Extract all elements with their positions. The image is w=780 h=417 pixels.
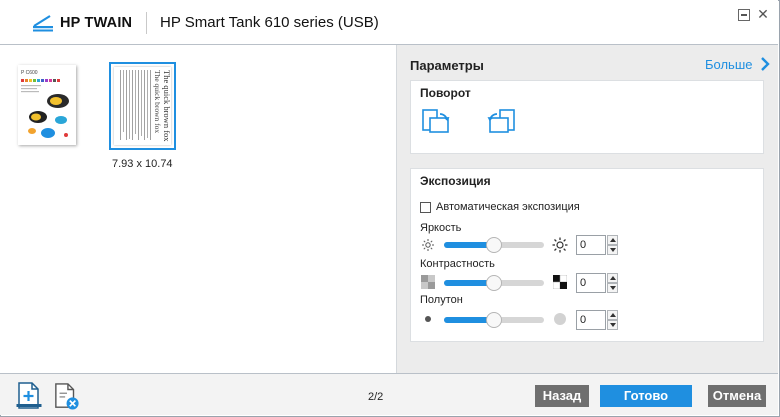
exposure-title: Экспозиция — [420, 174, 491, 188]
done-button[interactable]: Готово — [600, 385, 692, 407]
title-separator — [146, 12, 147, 34]
chevron-right-icon[interactable] — [758, 56, 772, 72]
halftone-label: Полутон — [420, 294, 463, 306]
rotate-left-button[interactable] — [420, 106, 452, 138]
page-thumbnail-2-selected[interactable]: The quick brown fox The quick brown fox — [109, 62, 176, 150]
halftone-stepper[interactable]: 0 — [576, 310, 618, 330]
halftone-thumb[interactable] — [486, 312, 502, 328]
page-thumbnail-2: The quick brown fox The quick brown fox — [114, 67, 171, 145]
brightness-low-icon — [422, 239, 434, 251]
auto-exposure-label: Автоматическая экспозиция — [436, 201, 580, 213]
contrast-increment-button[interactable] — [607, 273, 618, 283]
hp-twain-logo: HP TWAIN — [32, 12, 132, 34]
rotate-right-button[interactable] — [486, 106, 518, 138]
auto-exposure-checkbox[interactable] — [420, 202, 431, 213]
cancel-button[interactable]: Отмена — [708, 385, 766, 407]
device-title: HP Smart Tank 610 series (USB) — [160, 14, 379, 31]
page-indicator: 2/2 — [368, 391, 384, 403]
brightness-value-field[interactable]: 0 — [576, 235, 606, 255]
more-link[interactable]: Больше — [705, 57, 753, 72]
halftone-increment-button[interactable] — [607, 310, 618, 320]
halftone-light-icon — [554, 313, 566, 325]
panel-title: Параметры — [410, 58, 484, 73]
close-button[interactable]: ✕ — [757, 7, 769, 21]
page-dimensions: 7.93 x 10.74 — [112, 158, 173, 170]
logo-text: HP TWAIN — [60, 15, 133, 31]
brightness-thumb[interactable] — [486, 237, 502, 253]
scanner-logo-icon — [33, 15, 53, 32]
halftone-decrement-button[interactable] — [607, 320, 618, 330]
thumb2-text-1: The quick brown fox — [162, 70, 171, 142]
contrast-label: Контрастность — [420, 258, 495, 270]
halftone-dark-icon — [425, 316, 431, 322]
page-thumbnail-2-image: The quick brown fox The quick brown fox — [114, 67, 171, 145]
contrast-value-field[interactable]: 0 — [576, 273, 606, 293]
brightness-slider[interactable] — [444, 236, 544, 254]
contrast-stepper[interactable]: 0 — [576, 273, 618, 293]
brightness-label: Яркость — [420, 222, 462, 234]
contrast-low-icon — [421, 275, 435, 289]
rotation-title: Поворот — [420, 86, 471, 100]
page-thumbnail-1[interactable]: P C600 — [18, 65, 76, 145]
brightness-decrement-button[interactable] — [607, 245, 618, 255]
brightness-increment-button[interactable] — [607, 235, 618, 245]
contrast-decrement-button[interactable] — [607, 283, 618, 293]
halftone-value-field[interactable]: 0 — [576, 310, 606, 330]
delete-page-button[interactable] — [54, 380, 80, 412]
halftone-slider[interactable] — [444, 311, 544, 329]
add-page-button[interactable] — [16, 380, 42, 412]
thumb2-text-2: The quick brown fox — [153, 70, 162, 133]
contrast-thumb[interactable] — [486, 275, 502, 291]
minimize-button[interactable] — [738, 9, 750, 21]
brightness-stepper[interactable]: 0 — [576, 235, 618, 255]
brightness-high-icon — [552, 237, 568, 253]
page-thumbnail-1-image: P C600 — [18, 65, 76, 145]
thumb1-label: P C600 — [21, 70, 38, 76]
contrast-slider[interactable] — [444, 274, 544, 292]
back-button[interactable]: Назад — [535, 385, 589, 407]
contrast-high-icon — [553, 275, 567, 289]
